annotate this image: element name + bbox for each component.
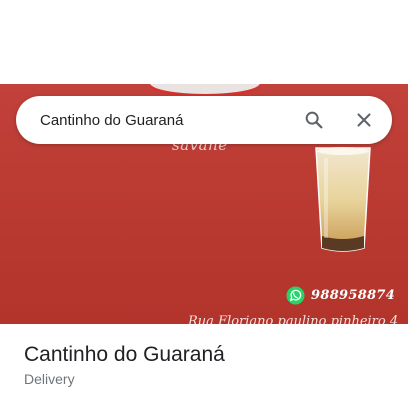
phone-number: 988958874 [311, 287, 396, 303]
clear-search-button[interactable] [346, 102, 382, 138]
drink-cup-image [315, 147, 371, 252]
close-icon [357, 113, 371, 127]
place-category: Delivery [24, 371, 75, 387]
search-button[interactable] [296, 102, 332, 138]
search-bar[interactable]: Cantinho do Guaraná [16, 96, 392, 144]
search-input[interactable]: Cantinho do Guaraná [40, 112, 296, 129]
phone-contact: 988958874 [286, 284, 395, 306]
banner-address: Rua Floriano paulino pinheiro 4 [188, 314, 399, 324]
whatsapp-icon [286, 285, 305, 305]
banner-decoration [150, 84, 260, 94]
search-icon [305, 111, 323, 129]
place-title[interactable]: Cantinho do Guaraná [24, 343, 225, 367]
place-info-panel[interactable]: Cantinho do Guaraná Delivery [0, 324, 408, 408]
